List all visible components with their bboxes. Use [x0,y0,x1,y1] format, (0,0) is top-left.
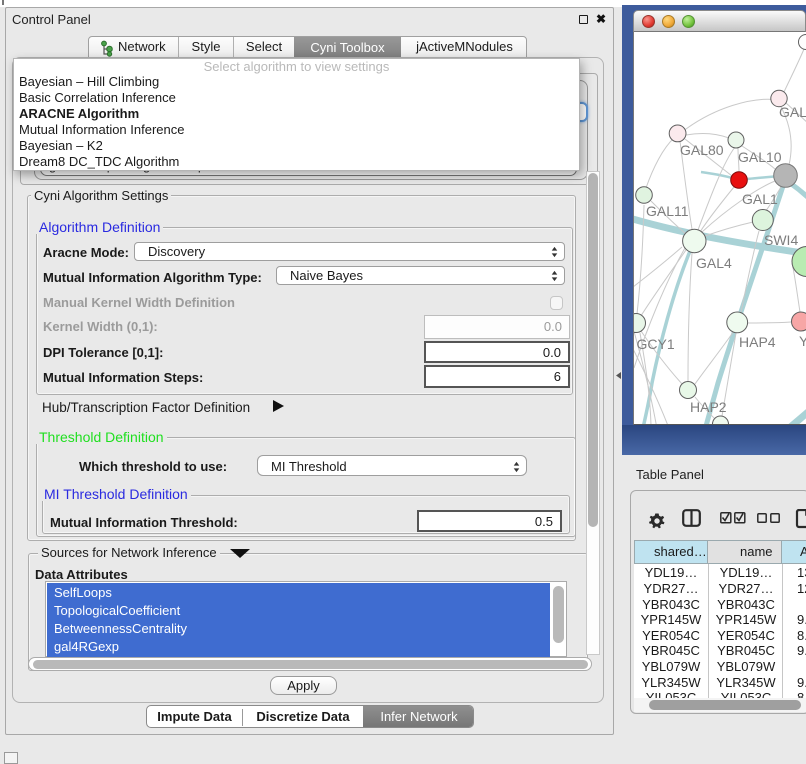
svg-text:HAP4: HAP4 [739,334,776,350]
svg-text:Y: Y [799,333,806,349]
svg-text:GAL80: GAL80 [680,142,724,158]
svg-text:GAL4: GAL4 [696,255,732,271]
svg-text:GAL: GAL [779,104,806,120]
svg-text:HAP2: HAP2 [690,399,727,415]
svg-text:SWI4: SWI4 [764,232,798,248]
svg-text:GCY1: GCY1 [637,336,675,352]
svg-text:GAL11: GAL11 [646,203,689,219]
svg-text:GAL10: GAL10 [738,149,782,165]
svg-text:GAL1: GAL1 [742,191,778,207]
